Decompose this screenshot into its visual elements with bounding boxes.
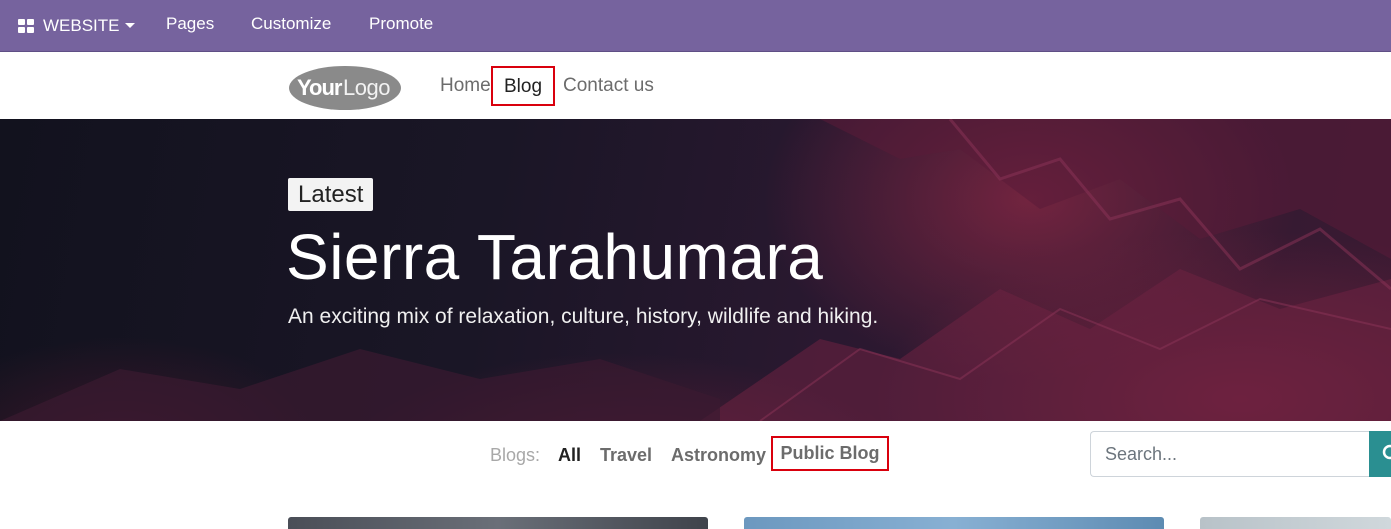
- website-menu-label: WEBSITE: [43, 15, 120, 35]
- caret-down-icon: [124, 23, 135, 28]
- filter-public-blog[interactable]: Public Blog: [771, 436, 889, 471]
- blog-post-card[interactable]: [288, 517, 708, 529]
- logo-text-bold: Your: [297, 75, 343, 100]
- latest-badge: Latest: [288, 178, 374, 211]
- hero-banner: Latest Sierra Tarahumara An exciting mix…: [0, 119, 1391, 421]
- blogs-label: Blogs:: [490, 445, 541, 465]
- nav-home-link[interactable]: Home: [440, 52, 491, 119]
- website-menu-button[interactable]: WEBSITE: [18, 0, 135, 51]
- nav-contact-link[interactable]: Contact us: [563, 52, 654, 119]
- search-icon: [1382, 444, 1391, 460]
- blog-post-card[interactable]: [744, 517, 1164, 529]
- blog-post-card[interactable]: [1200, 517, 1391, 529]
- promote-menu-button[interactable]: Promote: [369, 0, 433, 51]
- hero-title: Sierra Tarahumara: [286, 221, 824, 293]
- apps-grid-icon: [18, 18, 34, 33]
- customize-menu-button[interactable]: Customize: [251, 0, 331, 51]
- admin-top-bar: WEBSITE Pages Customize Promote: [0, 0, 1391, 52]
- hero-subtitle: An exciting mix of relaxation, culture, …: [288, 305, 879, 328]
- pages-menu-button[interactable]: Pages: [166, 0, 214, 51]
- search-input[interactable]: [1090, 431, 1370, 477]
- filter-astronomy[interactable]: Astronomy: [671, 440, 766, 470]
- logo-text-light: Logo: [343, 75, 390, 100]
- filter-travel[interactable]: Travel: [600, 440, 652, 470]
- nav-blog-link[interactable]: Blog: [491, 66, 555, 106]
- site-header: Your Logo Home Blog Contact us: [0, 52, 1391, 119]
- filter-all[interactable]: All: [558, 440, 581, 470]
- your-logo[interactable]: Your Logo: [288, 65, 403, 111]
- search-button[interactable]: [1369, 431, 1391, 477]
